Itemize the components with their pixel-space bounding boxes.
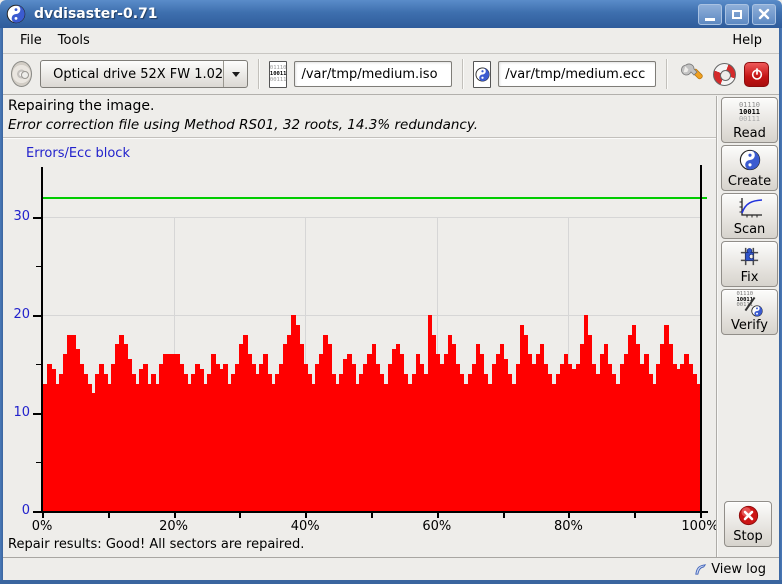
x-tick: [174, 513, 176, 518]
verify-button[interactable]: 011101001100111 Verify: [721, 289, 778, 335]
gridline-h: [43, 315, 700, 316]
yin-yang-icon: [739, 149, 761, 171]
y-tick-label: 30: [2, 209, 30, 224]
y-tick: [33, 217, 41, 219]
x-tick: [503, 513, 505, 518]
x-tick-label: 20%: [149, 519, 199, 534]
stop-x-icon: [738, 505, 759, 526]
stop-button[interactable]: Stop: [724, 501, 772, 547]
x-tick: [437, 513, 439, 518]
statusbar: View log: [3, 558, 779, 580]
y-tick-label: 20: [2, 307, 30, 322]
y-minor-tick: [36, 462, 41, 463]
x-tick-label: 0%: [17, 519, 67, 534]
x-tick: [305, 513, 307, 518]
x-tick-label: 40%: [280, 519, 330, 534]
separator: [716, 96, 717, 557]
x-tick-label: 60%: [412, 519, 462, 534]
y-tick: [33, 413, 41, 415]
puzzle-piece-icon: [738, 245, 761, 268]
gridline-h: [43, 217, 700, 218]
view-log-button[interactable]: View log: [693, 562, 766, 577]
x-tick-label: 80%: [543, 519, 593, 534]
app-window: dvdisaster-0.71 File Tools Help Optical …: [0, 0, 782, 584]
x-tick: [108, 513, 110, 518]
y-tick-label: 10: [2, 405, 30, 420]
y-axis: [41, 167, 43, 513]
stop-button-label: Stop: [733, 529, 763, 544]
binary-slash-yinyang-icon: 011101001100111: [737, 291, 763, 317]
x-tick-label: 100%: [675, 519, 725, 534]
x-tick: [568, 513, 570, 518]
x-tick: [239, 513, 241, 518]
binary-lines-icon: 01110 10011 00111: [739, 102, 760, 123]
curve-plot-icon: [737, 196, 763, 220]
view-log-label: View log: [711, 562, 766, 577]
y-minor-tick: [36, 364, 41, 365]
read-button-label: Read: [733, 126, 766, 141]
repair-result-text: Repair results: Good! All sectors are re…: [8, 537, 304, 552]
x-tick: [634, 513, 636, 518]
x-tick: [371, 513, 373, 518]
y-minor-tick: [36, 266, 41, 267]
threshold-line: [43, 197, 707, 199]
y-tick-label: 0: [2, 503, 30, 518]
fix-button-label: Fix: [741, 270, 759, 285]
y-tick: [33, 511, 41, 513]
scan-button[interactable]: Scan: [721, 193, 778, 239]
x-tick: [700, 513, 702, 518]
scan-button-label: Scan: [734, 222, 766, 237]
x-tick: [42, 513, 44, 518]
read-button[interactable]: 01110 10011 00111 Read: [721, 97, 778, 143]
create-button-label: Create: [728, 174, 771, 189]
y-tick: [33, 315, 41, 317]
fix-button[interactable]: Fix: [721, 241, 778, 287]
create-button[interactable]: Create: [721, 145, 778, 191]
right-boundary-line: [700, 165, 702, 513]
errors-chart: 0 10 20 30 0% 20% 40% 60% 80% 100%: [0, 0, 782, 584]
open-book-icon: [693, 562, 708, 577]
verify-button-label: Verify: [731, 318, 768, 333]
